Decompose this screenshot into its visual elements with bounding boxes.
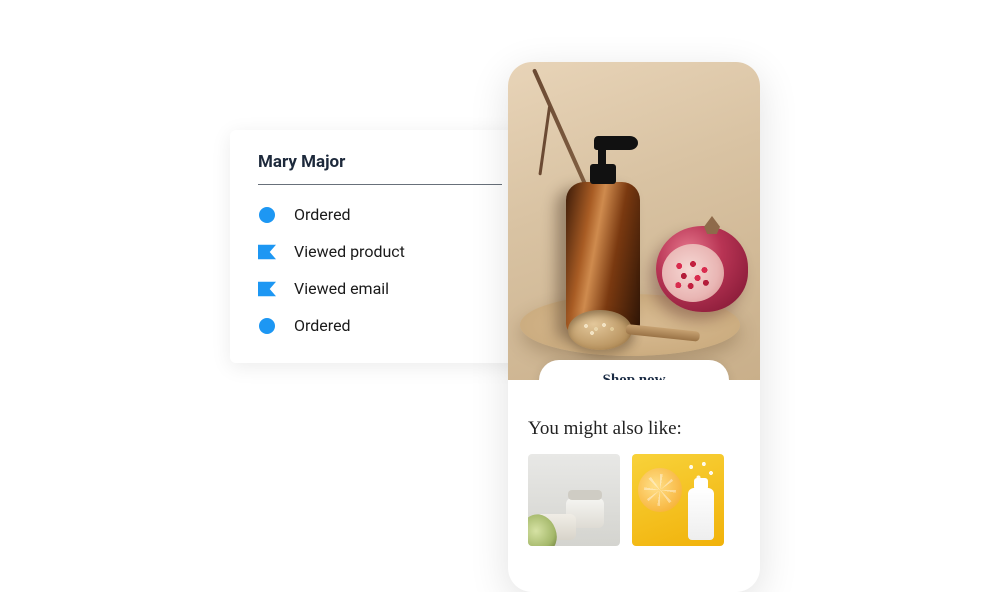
flag-icon	[258, 243, 276, 261]
hero-image: Shop now	[508, 62, 760, 380]
activity-label: Ordered	[294, 205, 351, 224]
flag-icon	[258, 280, 276, 298]
email-preview: Shop now You might also like:	[508, 62, 760, 592]
recommendation-tile[interactable]	[528, 454, 620, 546]
recommendation-tile[interactable]	[632, 454, 724, 546]
wooden-spoon	[568, 306, 698, 350]
activity-item: Viewed product	[258, 242, 502, 261]
recommendations-section: You might also like:	[508, 380, 760, 546]
activity-label: Ordered	[294, 316, 351, 335]
activity-list: Ordered Viewed product Viewed email Orde…	[258, 205, 502, 335]
circle-icon	[258, 206, 276, 224]
activity-label: Viewed email	[294, 279, 389, 298]
customer-name: Mary Major	[258, 152, 502, 185]
shop-now-button[interactable]: Shop now	[539, 360, 729, 380]
pump-bottle	[566, 136, 640, 334]
pomegranate	[656, 226, 748, 312]
circle-icon	[258, 317, 276, 335]
activity-item: Ordered	[258, 205, 502, 224]
activity-item: Viewed email	[258, 279, 502, 298]
activity-item: Ordered	[258, 316, 502, 335]
recommendations-title: You might also like:	[528, 418, 740, 440]
activity-label: Viewed product	[294, 242, 405, 261]
recommendations-grid	[528, 454, 740, 546]
customer-activity-card: Mary Major Ordered Viewed product Viewed…	[230, 130, 530, 363]
